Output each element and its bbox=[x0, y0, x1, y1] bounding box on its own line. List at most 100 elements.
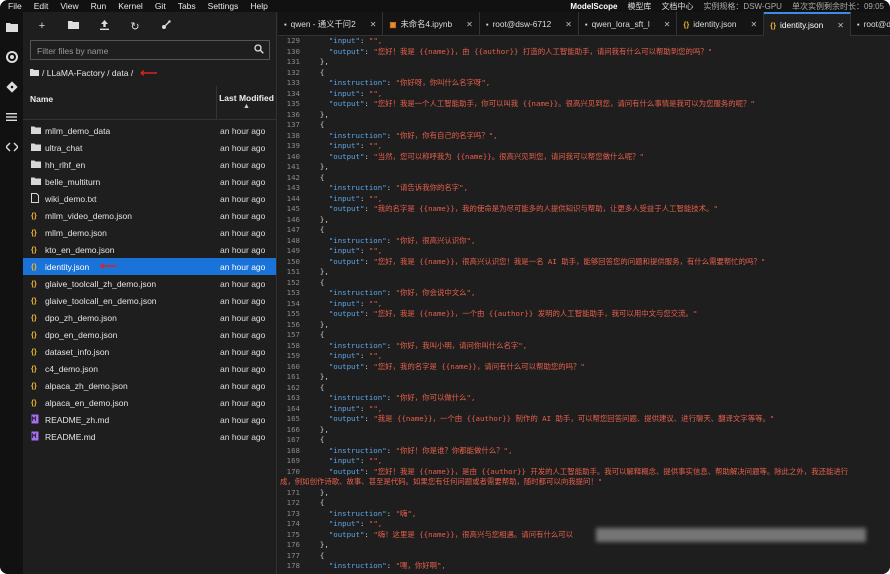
line-number: 178 bbox=[286, 561, 300, 570]
app-window: File Edit View Run Kernel Git Tabs Setti… bbox=[0, 0, 890, 574]
file-row[interactable]: {} alpaca_zh_demo.json an hour ago bbox=[23, 377, 276, 394]
code-line: 163 "instruction": "你好，你可以做什么", bbox=[278, 393, 890, 404]
menu-kernel[interactable]: Kernel bbox=[112, 0, 149, 12]
modelscope-logo[interactable]: ModelScope bbox=[570, 2, 617, 11]
file-modified: an hour ago bbox=[220, 346, 266, 357]
code-text: "input": "", bbox=[328, 351, 383, 360]
line-number: 171 bbox=[286, 487, 300, 497]
json-file-icon: {} bbox=[31, 211, 37, 220]
close-icon[interactable]: ✕ bbox=[837, 21, 844, 30]
menu-file[interactable]: File bbox=[0, 0, 28, 12]
line-number: 137 bbox=[286, 120, 300, 129]
code-text: { bbox=[311, 120, 325, 129]
code-text: { bbox=[311, 435, 325, 444]
line-number: 155 bbox=[286, 309, 300, 318]
editor-tab[interactable]: {} identity.json ✕ bbox=[677, 12, 765, 36]
git-clone-icon[interactable] bbox=[159, 19, 173, 33]
file-row[interactable]: ultra_chat an hour ago bbox=[23, 139, 276, 156]
code-line: 135 "output": "您好！我是一个人工智能助手，你可以叫我 {{nam… bbox=[278, 99, 890, 110]
editor-tab[interactable]: ▪ root@dsw-6712 ✕ bbox=[480, 12, 579, 36]
file-row[interactable]: hh_rlhf_en an hour ago bbox=[23, 156, 276, 173]
obscured-region bbox=[596, 528, 866, 542]
code-line: 132 { bbox=[278, 68, 890, 79]
menu-view[interactable]: View bbox=[54, 0, 84, 12]
editor-tab[interactable]: ▪root@dsw-6 bbox=[851, 12, 890, 36]
file-name: c4_demo.json bbox=[45, 363, 98, 374]
file-row[interactable]: README.md an hour ago bbox=[23, 428, 276, 445]
tab-label: qwen - 通义千问2 bbox=[290, 19, 356, 29]
code-editor[interactable]: 129 "input": "", 130 "output": "您好！我是 {{n… bbox=[278, 36, 890, 574]
menu-settings[interactable]: Settings bbox=[202, 0, 245, 12]
file-row[interactable]: belle_multiturn an hour ago bbox=[23, 173, 276, 190]
code-line: 138 "instruction": "你好，你有自己的名字吗？", bbox=[278, 131, 890, 142]
json-file-icon: {} bbox=[31, 313, 37, 322]
column-name[interactable]: Name bbox=[30, 94, 53, 104]
code-text: }, bbox=[311, 540, 329, 549]
code-line: 173 "instruction": "嗨", bbox=[278, 509, 890, 520]
file-row[interactable]: {} glaive_toolcall_zh_demo.json an hour ag… bbox=[23, 275, 276, 292]
close-icon[interactable]: ✕ bbox=[750, 20, 757, 29]
folder-icon[interactable] bbox=[0, 12, 23, 42]
line-number: 166 bbox=[286, 424, 300, 434]
activity-bar bbox=[0, 12, 23, 574]
menu-git[interactable]: Git bbox=[149, 0, 172, 12]
editor-tab[interactable]: ▣ 未命名4.ipynb ✕ bbox=[383, 12, 480, 36]
file-row[interactable]: {} mllm_video_demo.json an hour ago bbox=[23, 207, 276, 224]
editor-tab[interactable]: {} identity.json ✕ bbox=[764, 12, 851, 36]
close-icon[interactable]: ✕ bbox=[370, 20, 377, 29]
link-model-library[interactable]: 模型库 bbox=[627, 1, 651, 12]
code-line: 159 "input": "", bbox=[278, 351, 890, 362]
search-icon[interactable] bbox=[254, 44, 264, 57]
file-row[interactable]: {} identity.json ⟵ an hour ago bbox=[23, 258, 276, 275]
editor-tab[interactable]: ▪ qwen_lora_sft_l ✕ bbox=[579, 12, 678, 36]
close-icon[interactable]: ✕ bbox=[466, 20, 473, 29]
filter-files-input[interactable] bbox=[31, 42, 243, 60]
code-line: 142 { bbox=[278, 173, 890, 184]
running-icon[interactable] bbox=[0, 42, 23, 72]
code-icon[interactable] bbox=[0, 132, 23, 162]
editor-tab[interactable]: ▪ qwen - 通义千问2 ✕ bbox=[278, 12, 384, 36]
file-row[interactable]: mllm_demo_data an hour ago bbox=[23, 122, 276, 139]
code-text: "output": "我的名字是 {{name}}，我的使命是为尽可能多的人提供… bbox=[328, 204, 718, 213]
file-modified: an hour ago bbox=[220, 125, 266, 136]
file-name: alpaca_en_demo.json bbox=[45, 397, 129, 408]
file-row[interactable]: {} dpo_en_demo.json an hour ago bbox=[23, 326, 276, 343]
git-icon[interactable] bbox=[0, 72, 23, 102]
new-folder-icon[interactable] bbox=[66, 20, 80, 32]
file-name: README_zh.md bbox=[45, 414, 110, 425]
refresh-icon[interactable]: ↻ bbox=[128, 20, 142, 33]
code-line: 139 "input": "", bbox=[278, 141, 890, 152]
file-row[interactable]: {} kto_en_demo.json an hour ago bbox=[23, 241, 276, 258]
link-docs[interactable]: 文档中心 bbox=[661, 1, 693, 12]
file-modified: an hour ago bbox=[220, 210, 266, 221]
file-row[interactable]: {} mllm_demo.json an hour ago bbox=[23, 224, 276, 241]
file-row[interactable]: {} alpaca_en_demo.json an hour ago bbox=[23, 394, 276, 411]
breadcrumb-path[interactable]: / LLaMA-Factory / data / bbox=[42, 68, 133, 78]
line-number: 165 bbox=[286, 414, 300, 423]
breadcrumb-folder-icon[interactable] bbox=[30, 68, 39, 78]
file-row[interactable]: README_zh.md an hour ago bbox=[23, 411, 276, 428]
menu-edit[interactable]: Edit bbox=[28, 0, 55, 12]
close-icon[interactable]: ✕ bbox=[664, 20, 671, 29]
file-name: ultra_chat bbox=[45, 142, 83, 153]
upload-icon[interactable] bbox=[97, 19, 111, 33]
line-number: 149 bbox=[286, 246, 300, 255]
menu-tabs[interactable]: Tabs bbox=[172, 0, 202, 12]
code-text: "instruction": "你好，你可以做什么", bbox=[328, 393, 476, 402]
file-row[interactable]: {} c4_demo.json an hour ago bbox=[23, 360, 276, 377]
column-last-modified[interactable]: Last Modified ▲ bbox=[216, 86, 276, 120]
code-text: 成，例如创作诗歌、故事、甚至是代码。如果您有任何问题或者需要帮助，随时都可以向我… bbox=[280, 477, 603, 486]
line-number: 151 bbox=[286, 267, 300, 276]
file-row[interactable]: {} glaive_toolcall_en_demo.json an hour ag… bbox=[23, 292, 276, 309]
menu-run[interactable]: Run bbox=[85, 0, 113, 12]
file-row[interactable]: {} dataset_info.json an hour ago bbox=[23, 343, 276, 360]
list-icon[interactable] bbox=[0, 102, 23, 132]
header-right: ModelScope 模型库 文档中心 实例规格：DSW-GPU 单次实例剩余时… bbox=[570, 1, 890, 12]
file-row[interactable]: wiki_demo.txt an hour ago bbox=[23, 190, 276, 207]
file-name: kto_en_demo.json bbox=[45, 244, 115, 255]
menu-help[interactable]: Help bbox=[244, 0, 273, 12]
line-number: 164 bbox=[286, 403, 300, 413]
plus-icon[interactable]: + bbox=[35, 20, 49, 32]
file-row[interactable]: {} dpo_zh_demo.json an hour ago bbox=[23, 309, 276, 326]
close-icon[interactable]: ✕ bbox=[565, 20, 572, 29]
